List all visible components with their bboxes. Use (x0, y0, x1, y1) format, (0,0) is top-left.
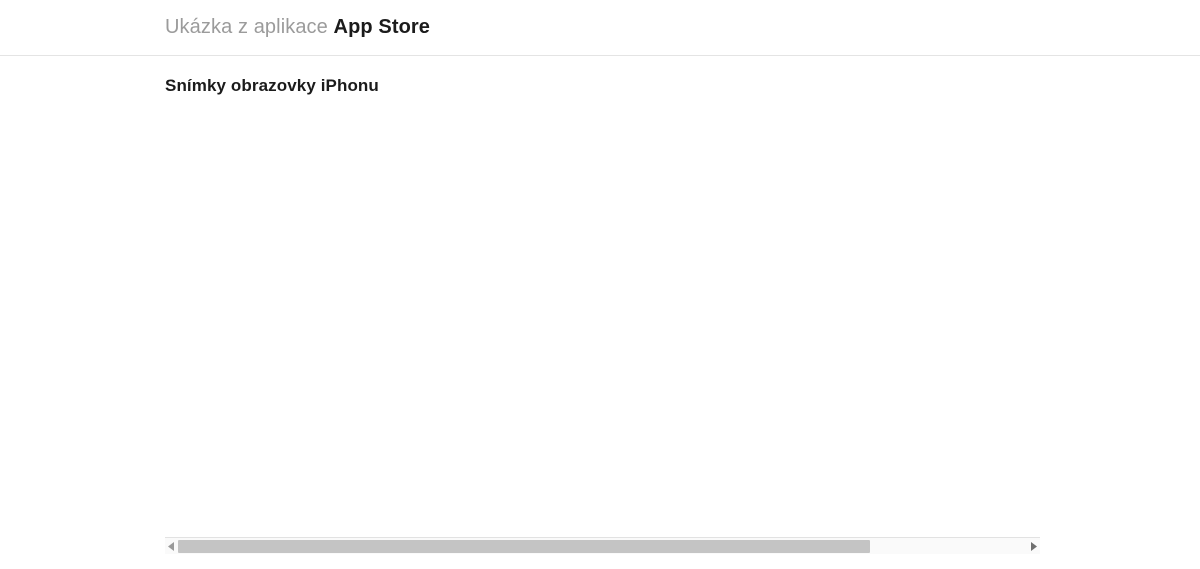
app-store-screenshot-page: Ukázka z aplikace App Store Snímky obraz… (0, 0, 1200, 569)
page-title: Ukázka z aplikace App Store (165, 16, 430, 39)
scroll-left-arrow-icon[interactable] (165, 538, 178, 555)
page-title-prefix: Ukázka z aplikace (165, 16, 334, 38)
scrollbar-thumb[interactable] (178, 539, 870, 553)
scrollbar-track[interactable] (178, 539, 1027, 553)
top-bar: Ukázka z aplikace App Store (0, 0, 1200, 56)
screenshots-strip[interactable] (165, 92, 1040, 535)
page-title-brand: App Store (333, 16, 431, 38)
horizontal-scrollbar[interactable] (165, 537, 1040, 554)
screenshots-heading: Snímky obrazovky iPhonu (165, 76, 379, 95)
scroll-right-arrow-icon[interactable] (1027, 538, 1040, 555)
